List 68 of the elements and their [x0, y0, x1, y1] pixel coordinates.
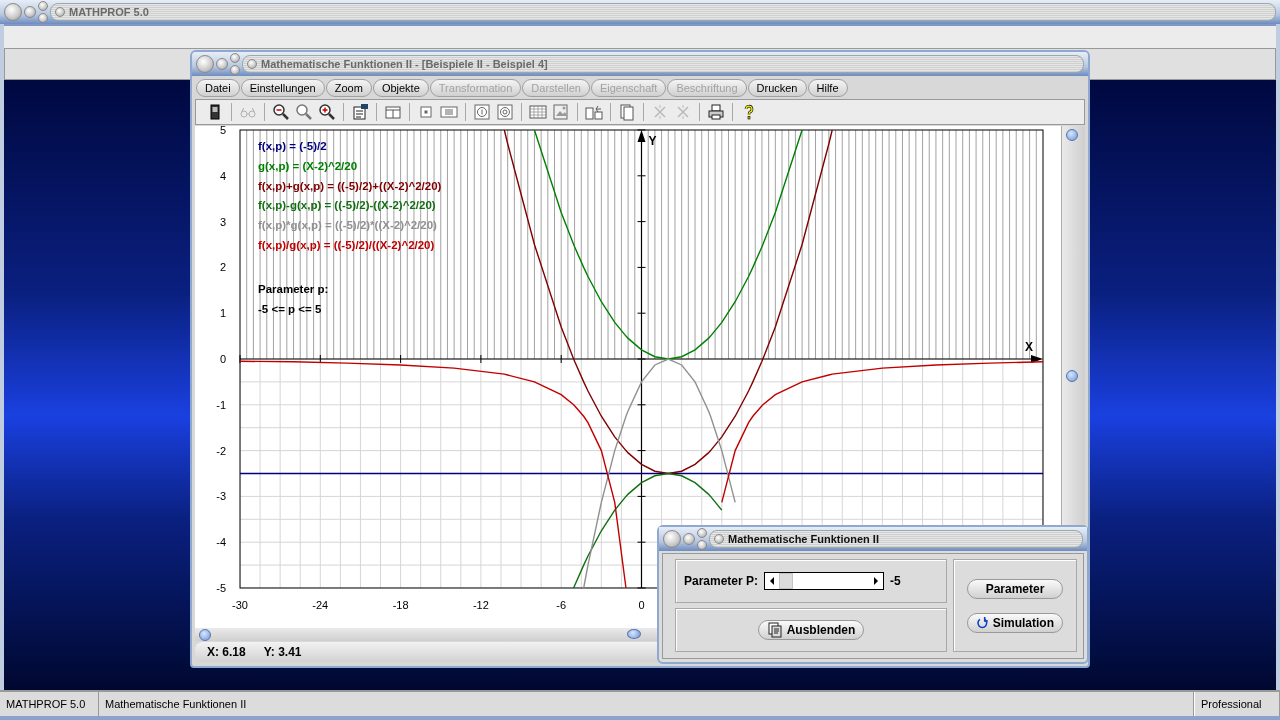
coordinate-text: X: 6.18 — [207, 645, 246, 659]
legend-entry: g(x,p) = (X-2)^2/20 — [258, 159, 358, 172]
tick-label: 2 — [219, 261, 226, 274]
status-text: Professional — [1194, 692, 1280, 716]
title-button[interactable] — [663, 530, 681, 548]
title-button[interactable] — [24, 6, 36, 18]
legend-entry: f(x,p)+g(x,p) = ((-5)/2)+((X-2)^2/20) — [258, 179, 442, 192]
tick-label: -6 — [556, 599, 567, 611]
tick-label: -24 — [312, 599, 329, 611]
window-title: Mathematische Funktionen II - [Beispiele II - Beispiel 4] — [261, 58, 548, 70]
menu-item[interactable]: Einstellungen — [240, 79, 325, 97]
axis-label: X — [1025, 340, 1033, 354]
menu-item[interactable]: Datei — [196, 79, 240, 97]
tick-label: -12 — [472, 599, 489, 611]
legend-entry: f(x,p)-g(x,p) = ((-5)/2)-((X-2)^2/20) — [258, 199, 436, 212]
annotation-text: Parameter p: — [258, 283, 329, 295]
tick-label: -5 — [216, 582, 226, 594]
title-button[interactable] — [216, 58, 228, 70]
coordinate-text: Y: 3.41 — [263, 645, 302, 659]
legend-entry: f(x,p)/g(x,p) = ((-5)/2)/((X-2)^2/20) — [258, 239, 435, 251]
legend-entry: f(x,p) = (-5)/2 — [258, 140, 327, 152]
annotation-text: -5 <= p <= 5 — [258, 303, 322, 315]
tick-label: -4 — [216, 536, 226, 549]
columns-icon[interactable] — [440, 103, 458, 121]
status-text: MATHPROF 5.0 — [0, 692, 99, 716]
parameter-value: -5 — [890, 574, 901, 588]
scroll-thumb[interactable] — [627, 629, 641, 639]
parameter-button[interactable]: Parameter — [967, 578, 1063, 599]
tick-label: 3 — [219, 215, 226, 228]
title-button[interactable] — [683, 533, 695, 545]
window-title: MATHPROF 5.0 — [69, 6, 149, 18]
zoom-out-icon[interactable] — [272, 103, 290, 121]
refresh-icon — [976, 615, 989, 630]
simulation-button[interactable]: Simulation — [967, 612, 1063, 633]
document-icon — [766, 622, 783, 638]
scroll-thumb[interactable] — [1066, 129, 1078, 141]
zoom-in-icon[interactable] — [318, 103, 336, 121]
zoom-icon[interactable] — [295, 103, 313, 121]
tick-label: 5 — [219, 126, 226, 136]
menu-item[interactable]: Zoom — [325, 79, 372, 97]
menu-item[interactable]: Objekte — [372, 79, 429, 97]
transfer-icon[interactable] — [585, 103, 603, 121]
title-button[interactable] — [196, 55, 214, 73]
tick-label: 1 — [219, 307, 226, 320]
parameter-label: Parameter P: — [684, 574, 759, 588]
table-icon[interactable] — [529, 103, 547, 121]
square-icon[interactable] — [417, 103, 435, 121]
tick-label: 0 — [638, 599, 645, 611]
window-title: Mathematische Funktionen II — [728, 533, 879, 545]
tick-label: -2 — [216, 444, 226, 457]
tick-label: -18 — [392, 599, 409, 611]
tick-label: 4 — [219, 169, 226, 182]
scroll-thumb[interactable] — [199, 629, 211, 641]
hide-button[interactable]: Ausblenden — [757, 620, 865, 640]
axis-label: Y — [648, 134, 657, 148]
menu-item[interactable]: Hilfe — [807, 79, 848, 97]
status-text: Mathematische Funktionen II — [99, 692, 1194, 716]
scroll-thumb[interactable] — [1066, 370, 1078, 382]
menu-item[interactable]: Drucken — [747, 79, 807, 97]
tick-label: -30 — [232, 599, 248, 611]
tick-label: -3 — [216, 490, 226, 503]
title-button[interactable] — [4, 3, 22, 21]
tick-label: 0 — [219, 353, 226, 365]
tick-label: -1 — [216, 398, 226, 411]
printer-icon[interactable] — [707, 103, 725, 121]
image-icon[interactable] — [552, 103, 570, 121]
clipboard-icon[interactable] — [351, 103, 369, 121]
pages-icon[interactable] — [618, 103, 636, 121]
